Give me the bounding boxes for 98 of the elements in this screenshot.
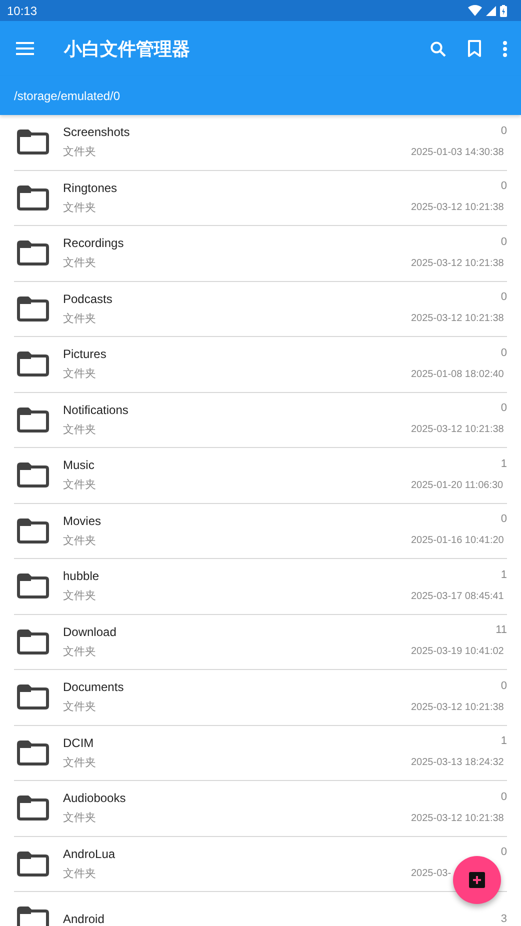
file-type: 文件夹	[63, 256, 97, 270]
folder-icon	[17, 406, 49, 433]
add-button[interactable]	[453, 856, 501, 904]
folder-row[interactable]: Recordings 文件夹 0 2025-03-12 10:21:38	[14, 226, 507, 282]
folder-icon	[17, 518, 49, 544]
folder-icon	[17, 129, 49, 156]
folder-name: Screenshots	[63, 125, 131, 140]
modified-date: 2025-03-	[411, 868, 452, 880]
folder-row[interactable]: hubble 文件夹 1 2025-03-17 08:45:41	[14, 559, 507, 614]
item-count: 1	[500, 735, 507, 748]
file-type: 文件夹	[63, 366, 97, 382]
folder-name: Notifications	[63, 402, 130, 417]
folder-row[interactable]: Podcasts 文件夹 0 2025-03-12 10:21:38	[14, 282, 507, 337]
item-count: 0	[500, 846, 507, 858]
battery-icon	[500, 4, 507, 16]
modified-date: 2025-03-17 08:45:41	[411, 590, 504, 602]
folder-row[interactable]: Music 文件夹 1 2025-01-20 11:06:30	[14, 448, 507, 504]
folder-row[interactable]: Download 文件夹 11 2025-03-19 10:41:02	[14, 614, 507, 670]
modified-date: 2025-03-12 10:21:38	[411, 202, 504, 214]
item-count: 0	[500, 346, 507, 359]
folder-row[interactable]: Notifications 文件夹 0 2025-03-12 10:21:38	[14, 392, 507, 448]
folder-name: Android	[63, 912, 106, 926]
file-type: 文件夹	[63, 534, 97, 548]
folder-icon	[17, 296, 49, 322]
item-count: 11	[496, 624, 507, 636]
modified-date: 2025-03-12 10:21:38	[411, 702, 504, 713]
folder-name: Pictures	[63, 347, 108, 362]
wifi-icon	[468, 5, 482, 16]
folder-icon	[17, 240, 49, 266]
modified-date: 2025-01-03 14:30:38	[411, 146, 504, 158]
file-type: 文件夹	[63, 478, 97, 492]
signal-icon	[486, 6, 496, 16]
more-icon	[503, 40, 507, 56]
item-count: 0	[500, 291, 507, 304]
item-count: 0	[500, 124, 507, 137]
folder-name: Ringtones	[63, 180, 118, 195]
file-type: 文件夹	[63, 644, 97, 659]
modified-date: 2025-03-19 10:41:02	[411, 646, 504, 658]
folder-icon	[17, 850, 49, 877]
folder-name: Audiobooks	[63, 791, 127, 806]
folder-icon	[17, 462, 49, 488]
folder-name: Music	[63, 458, 96, 472]
folder-name: Documents	[63, 680, 125, 694]
folder-name: AndroLua	[63, 846, 116, 861]
folder-row[interactable]: Documents 文件夹 0 2025-03-12 10:21:38	[14, 670, 507, 726]
folder-name: DCIM	[63, 736, 95, 750]
file-type: 文件夹	[63, 588, 97, 604]
modified-date: 2025-03-12 10:21:38	[411, 313, 504, 324]
item-count: 1	[500, 458, 507, 470]
modified-date: 2025-03-12 10:21:38	[411, 812, 504, 824]
item-count: 3	[500, 913, 507, 926]
modified-date: 2025-03-13 18:24:32	[411, 757, 504, 768]
modified-date: 2025-01-08 18:02:40	[411, 368, 504, 380]
add-icon	[469, 872, 485, 888]
file-type: 文件夹	[63, 700, 97, 714]
folder-icon	[17, 740, 49, 766]
folder-icon	[17, 351, 49, 378]
folder-icon	[17, 795, 49, 822]
app-title: 小白文件管理器	[64, 38, 191, 60]
file-type: 文件夹	[63, 312, 97, 326]
file-type: 文件夹	[63, 144, 97, 160]
folder-icon	[17, 628, 49, 655]
folder-name: Download	[63, 624, 118, 639]
folder-icon	[17, 906, 49, 926]
folder-row[interactable]: Movies 文件夹 0 2025-01-16 10:41:20	[14, 504, 507, 559]
folder-icon	[17, 184, 49, 211]
file-type: 文件夹	[63, 200, 97, 215]
modified-date: 2025-03-12 10:21:38	[411, 424, 504, 436]
file-type: 文件夹	[63, 866, 97, 881]
item-count: 0	[500, 402, 507, 414]
item-count: 1	[500, 568, 507, 581]
item-count: 0	[500, 513, 507, 526]
folder-name: Podcasts	[63, 292, 114, 306]
item-count: 0	[500, 680, 507, 692]
folder-row[interactable]: Audiobooks 文件夹 0 2025-03-12 10:21:38	[14, 781, 507, 836]
path-text: /storage/emulated/0	[14, 88, 120, 102]
file-type: 文件夹	[63, 810, 97, 826]
folder-row[interactable]: DCIM 文件夹 1 2025-03-13 18:24:32	[14, 726, 507, 781]
clock: 10:13	[7, 4, 38, 18]
folder-row[interactable]: Screenshots 文件夹 0 2025-01-03 14:30:38	[14, 115, 507, 170]
folder-icon	[17, 684, 49, 710]
folder-name: hubble	[63, 569, 100, 584]
menu-icon	[16, 42, 34, 55]
search-icon	[430, 40, 446, 56]
modified-date: 2025-01-16 10:41:20	[411, 535, 504, 546]
modified-date: 2025-01-20 11:06:30	[411, 480, 504, 491]
item-count: 0	[500, 180, 507, 192]
item-count: 0	[500, 236, 507, 248]
folder-row[interactable]: Ringtones 文件夹 0 2025-03-12 10:21:38	[14, 170, 507, 226]
modified-date: 2025-03-12 10:21:38	[411, 258, 504, 269]
folder-name: Movies	[63, 514, 102, 528]
folder-icon	[17, 573, 49, 600]
folder-name: Recordings	[63, 236, 125, 250]
file-type: 文件夹	[63, 422, 97, 437]
item-count: 0	[500, 790, 507, 803]
folder-row[interactable]: Pictures 文件夹 0 2025-01-08 18:02:40	[14, 337, 507, 392]
bookmark-icon	[468, 40, 481, 57]
file-type: 文件夹	[63, 756, 97, 770]
